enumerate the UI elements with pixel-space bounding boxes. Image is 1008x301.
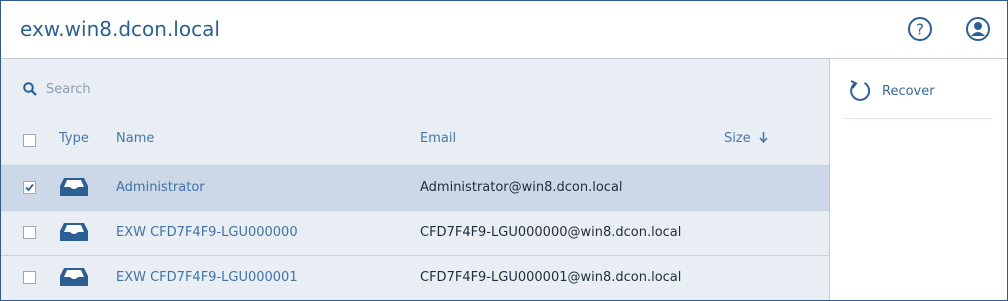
recover-icon xyxy=(850,80,871,101)
row-name[interactable]: EXW CFD7F4F9-LGU000000 xyxy=(116,225,298,240)
search-box[interactable] xyxy=(23,79,348,99)
column-size-label: Size xyxy=(724,131,751,146)
help-icon[interactable]: ? xyxy=(907,16,933,42)
mailbox-icon xyxy=(59,221,89,247)
recover-button[interactable]: Recover xyxy=(848,79,935,103)
table-row[interactable]: EXW CFD7F4F9-LGU000000 CFD7F4F9-LGU00000… xyxy=(1,210,829,255)
mailbox-list-panel: Type Name Email Size xyxy=(1,59,830,300)
table-row[interactable]: Administrator Administrator@win8.dcon.lo… xyxy=(1,165,829,210)
mailbox-icon xyxy=(59,266,89,292)
select-all-checkbox[interactable] xyxy=(23,134,36,147)
search-input[interactable] xyxy=(44,80,348,98)
row-checkbox[interactable] xyxy=(23,181,36,194)
row-name[interactable]: Administrator xyxy=(116,180,205,195)
row-checkbox[interactable] xyxy=(23,271,36,284)
sort-descending-icon xyxy=(759,132,768,144)
row-email: CFD7F4F9-LGU000000@win8.dcon.local xyxy=(420,225,682,240)
app-window: exw.win8.dcon.local ? Type xyxy=(0,0,1008,301)
page-title: exw.win8.dcon.local xyxy=(20,17,220,41)
column-email[interactable]: Email xyxy=(420,131,456,146)
table-row[interactable]: EXW CFD7F4F9-LGU000001 CFD7F4F9-LGU00000… xyxy=(1,255,829,300)
table-header: Type Name Email Size xyxy=(1,131,829,149)
row-email: Administrator@win8.dcon.local xyxy=(420,180,623,195)
recover-label: Recover xyxy=(882,83,935,99)
header-bar: exw.win8.dcon.local ? xyxy=(1,1,1007,59)
mailbox-icon xyxy=(59,176,89,202)
svg-text:?: ? xyxy=(916,21,924,39)
column-name[interactable]: Name xyxy=(116,131,154,146)
row-email: CFD7F4F9-LGU000001@win8.dcon.local xyxy=(420,270,682,285)
column-size[interactable]: Size xyxy=(724,131,768,146)
row-checkbox[interactable] xyxy=(23,226,36,239)
row-name[interactable]: EXW CFD7F4F9-LGU000001 xyxy=(116,270,298,285)
divider xyxy=(844,118,993,119)
checkmark-icon xyxy=(25,183,34,192)
actions-panel: Recover xyxy=(830,59,1007,300)
search-icon xyxy=(23,82,37,96)
user-account-icon[interactable] xyxy=(965,16,991,42)
column-type[interactable]: Type xyxy=(59,131,89,146)
